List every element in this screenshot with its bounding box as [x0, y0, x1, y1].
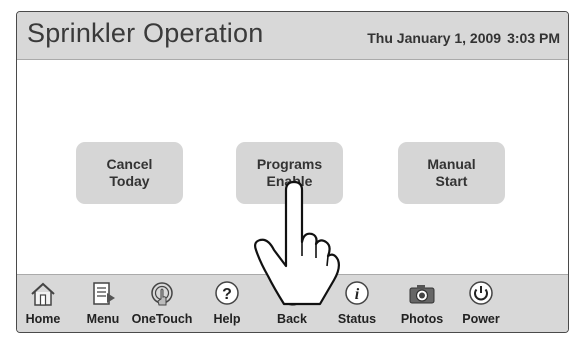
onetouch-icon: [147, 277, 177, 309]
power-icon: [466, 277, 496, 309]
nav-label-onetouch: OneTouch: [131, 312, 193, 326]
nav-home-button[interactable]: Home: [17, 277, 73, 332]
bottom-nav-bar: Home Menu OneTouch ? Help Back i Status …: [17, 274, 568, 332]
nav-onetouch-button[interactable]: OneTouch: [132, 277, 192, 332]
cancel-today-button[interactable]: Cancel Today: [76, 142, 183, 204]
date-time: Thu January 1, 2009 3:03 PM: [367, 30, 560, 46]
manual-start-button[interactable]: Manual Start: [398, 142, 505, 204]
nav-label-back: Back: [277, 312, 307, 326]
nav-label-menu: Menu: [86, 312, 120, 326]
svg-text:?: ?: [222, 286, 232, 303]
screen-frame: Sprinkler Operation Thu January 1, 2009 3…: [16, 11, 569, 333]
home-icon: [28, 277, 58, 309]
time-text: 3:03 PM: [507, 30, 560, 46]
nav-label-status: Status: [337, 312, 377, 326]
status-icon: i: [342, 277, 372, 309]
camera-icon: [407, 277, 437, 309]
header-bar: Sprinkler Operation Thu January 1, 2009 3…: [17, 12, 568, 60]
back-icon: [277, 277, 307, 309]
nav-label-help: Help: [213, 312, 241, 326]
page-title: Sprinkler Operation: [27, 18, 264, 48]
nav-label-power: Power: [462, 312, 500, 326]
date-text: Thu January 1, 2009: [367, 30, 502, 46]
svg-text:i: i: [355, 286, 360, 303]
nav-photos-button[interactable]: Photos: [392, 277, 452, 332]
nav-label-photos: Photos: [400, 312, 444, 326]
nav-status-button[interactable]: i Status: [327, 277, 387, 332]
nav-label-home: Home: [25, 312, 61, 326]
nav-menu-button[interactable]: Menu: [73, 277, 133, 332]
nav-power-button[interactable]: Power: [451, 277, 511, 332]
programs-enable-button[interactable]: Programs Enable: [236, 142, 343, 204]
nav-help-button[interactable]: ? Help: [197, 277, 257, 332]
help-icon: ?: [212, 277, 242, 309]
nav-back-button[interactable]: Back: [262, 277, 322, 332]
menu-icon: [88, 277, 118, 309]
